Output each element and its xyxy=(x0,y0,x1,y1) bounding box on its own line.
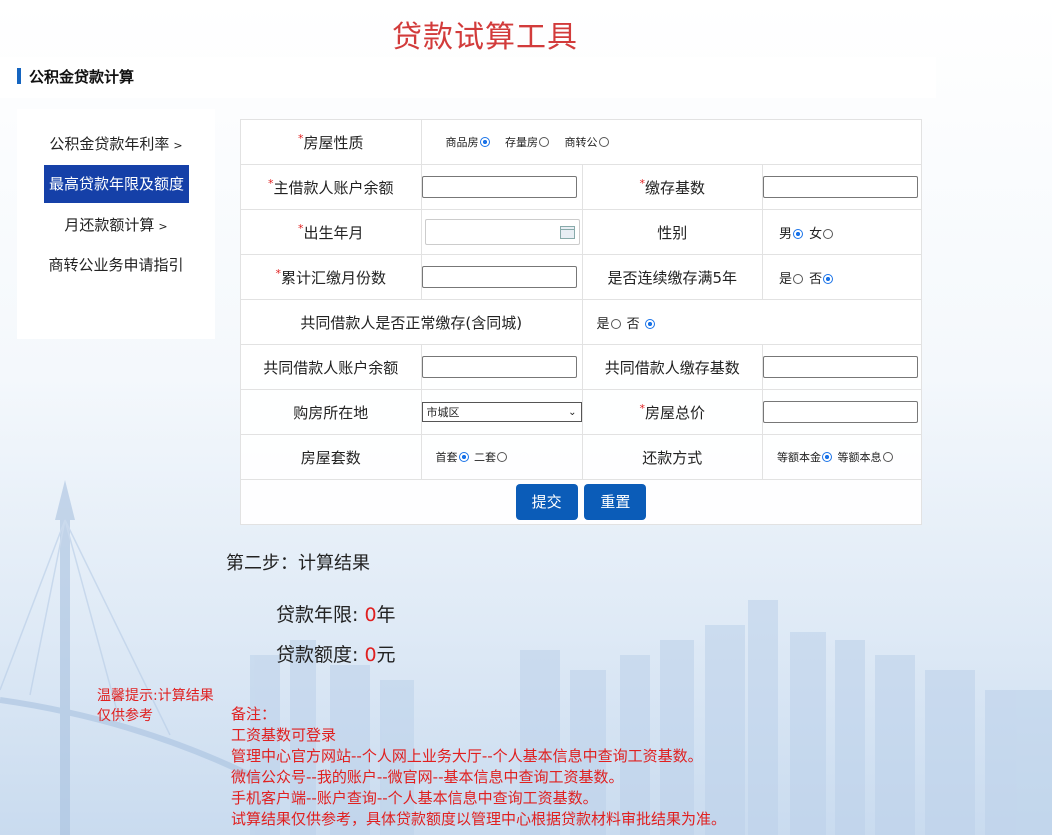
house-count-label: 房屋套数 xyxy=(240,434,422,480)
sidebar-item-annual-rate[interactable]: 公积金贷款年利率 > xyxy=(17,133,215,154)
notes-line: 备注： xyxy=(231,705,277,723)
birth-label: *出生年月 xyxy=(240,209,422,255)
loan-amount-unit: 元 xyxy=(376,644,396,666)
location-select[interactable]: 市城区 ⌄ xyxy=(421,402,582,422)
deposit-base-label: *缴存基数 xyxy=(581,164,763,210)
sidebar-item-label: 公积金贷款年利率 xyxy=(49,135,170,153)
sidebar-item-transfer-guide[interactable]: 商转公业务申请指引 xyxy=(17,254,215,275)
continuous-label: 是否连续缴存满5年 xyxy=(581,254,763,300)
co-balance-label: 共同借款人账户余额 xyxy=(240,344,422,390)
months-input[interactable] xyxy=(421,266,577,288)
deposit-base-input[interactable] xyxy=(763,176,918,198)
reset-button[interactable]: 重置 xyxy=(584,484,647,520)
radio-male[interactable]: 男 xyxy=(779,223,804,242)
repay-method-label: 还款方式 xyxy=(581,434,763,480)
section-header: 公积金贷款计算 xyxy=(0,57,936,98)
form-actions: 提交 重置 xyxy=(240,479,922,525)
total-price-input[interactable] xyxy=(763,401,918,423)
radio-equal-installment[interactable]: 等额本息 xyxy=(838,449,893,465)
loan-amount-value: 0 xyxy=(364,644,377,666)
section-title: 公积金贷款计算 xyxy=(29,68,135,86)
house-type-label: *房屋性质 xyxy=(240,119,422,165)
notes-line: 试算结果仅供参考，具体贷款额度以管理中心根据贷款材料审批结果为准。 xyxy=(231,810,727,828)
notes-line: 管理中心官方网站--个人网上业务大厅--个人基本信息中查询工资基数。 xyxy=(231,747,703,765)
loan-amount-label: 贷款额度: xyxy=(276,644,365,666)
loan-form: *房屋性质 商品房 存量房 商转公 *主借款人账户余额 *缴存基数 *出生年月 … xyxy=(240,119,922,525)
calendar-icon[interactable] xyxy=(559,226,575,239)
birth-date-field[interactable] xyxy=(424,219,580,245)
chevron-right-icon: > xyxy=(173,139,183,152)
sidebar-item-monthly-payment[interactable]: 月还款额计算 > xyxy=(17,214,215,235)
radio-female[interactable]: 女 xyxy=(809,223,834,242)
loan-years-label: 贷款年限: xyxy=(276,604,365,626)
radio-existing[interactable]: 存量房 xyxy=(505,134,549,150)
form-table: *房屋性质 商品房 存量房 商转公 *主借款人账户余额 *缴存基数 *出生年月 … xyxy=(240,119,922,525)
radio-second-house[interactable]: 二套 xyxy=(474,449,507,465)
warm-tip: 温馨提示:计算结果仅供参考 xyxy=(97,688,214,724)
house-type-radios: 商品房 存量房 商转公 xyxy=(420,119,922,165)
notes-line: 手机客户端--账户查询--个人基本信息中查询工资基数。 xyxy=(231,789,598,807)
sidebar-item-label: 月还款额计算 xyxy=(64,216,155,234)
main-balance-input[interactable] xyxy=(421,176,577,198)
radio-continuous-yes[interactable]: 是 xyxy=(779,268,804,287)
radio-transfer[interactable]: 商转公 xyxy=(565,134,609,150)
location-label: 购房所在地 xyxy=(240,389,422,435)
sidebar-nav: 公积金贷款年利率 > 最高贷款年限及额度 月还款额计算 > 商转公业务申请指引 xyxy=(17,109,215,339)
main-balance-label: *主借款人账户余额 xyxy=(240,164,422,210)
co-base-label: 共同借款人缴存基数 xyxy=(581,344,763,390)
radio-co-normal-yes[interactable]: 是 xyxy=(597,313,621,332)
result-heading: 第二步：计算结果 xyxy=(226,553,370,574)
loan-years-value: 0 xyxy=(364,604,377,626)
co-normal-label: 共同借款人是否正常缴存(含同城) xyxy=(240,299,583,345)
page-title: 贷款试算工具 xyxy=(392,20,578,55)
radio-commercial[interactable]: 商品房 xyxy=(446,134,490,150)
sidebar-item-label: 商转公业务申请指引 xyxy=(48,256,184,274)
sidebar-item-max-loan[interactable]: 最高贷款年限及额度 xyxy=(44,165,189,203)
notes-line: 工资基数可登录 xyxy=(231,726,337,744)
radio-continuous-no[interactable]: 否 xyxy=(809,268,834,287)
co-base-input[interactable] xyxy=(763,356,918,378)
sidebar-item-label: 最高贷款年限及额度 xyxy=(48,175,184,193)
location-selected-value: 市城区 xyxy=(426,406,460,419)
notes-block: 备注： 工资基数可登录 管理中心官方网站--个人网上业务大厅--个人基本信息中查… xyxy=(231,704,726,830)
co-balance-input[interactable] xyxy=(421,356,577,378)
radio-equal-principal[interactable]: 等额本金 xyxy=(777,449,832,465)
section-marker xyxy=(17,68,21,84)
submit-button[interactable]: 提交 xyxy=(515,484,578,520)
gender-label: 性别 xyxy=(581,209,763,255)
radio-co-normal-no[interactable]: 否 xyxy=(627,313,655,332)
chevron-right-icon: > xyxy=(158,220,168,233)
loan-years-result: 贷款年限: 0年 xyxy=(276,600,396,627)
chevron-down-icon: ⌄ xyxy=(568,406,577,418)
total-price-label: *房屋总价 xyxy=(581,389,763,435)
notes-line: 微信公众号--我的账户--微官网--基本信息中查询工资基数。 xyxy=(231,768,624,786)
loan-amount-result: 贷款额度: 0元 xyxy=(276,640,396,667)
loan-years-unit: 年 xyxy=(376,604,396,626)
months-label: *累计汇缴月份数 xyxy=(240,254,422,300)
radio-first-house[interactable]: 首套 xyxy=(436,449,469,465)
